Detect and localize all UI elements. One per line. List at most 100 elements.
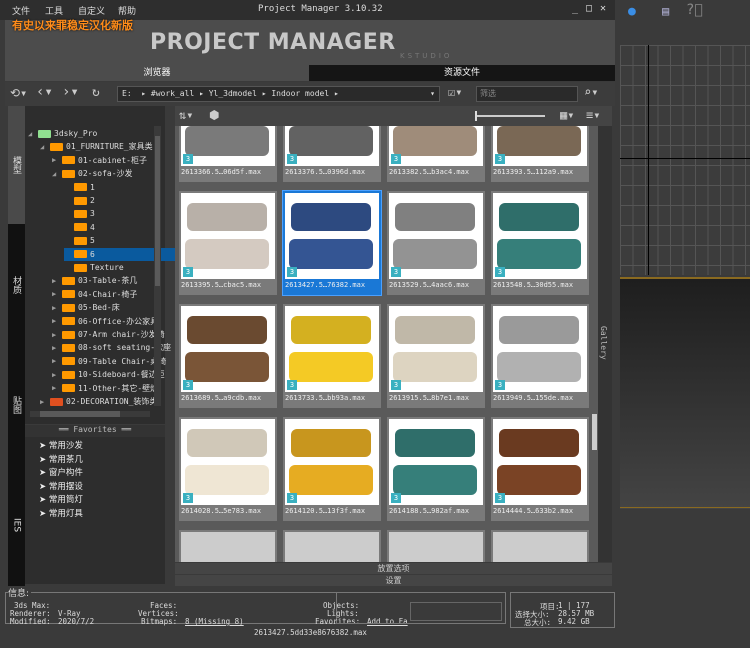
tree-node[interactable]: 3 [64, 207, 95, 220]
tree-node[interactable]: Texture [64, 261, 124, 274]
max-toolbar-icon[interactable]: ● [628, 4, 636, 19]
tree-node[interactable]: 4 [64, 221, 95, 234]
collapsed-arrow-icon[interactable]: ▶ [52, 331, 59, 339]
thumbnail-item[interactable]: 3 2613427.5…76382.max [282, 190, 382, 296]
tab-resources[interactable]: 资源文件 [309, 65, 615, 81]
favorite-item[interactable]: ➤ 常用茶几 [39, 453, 83, 465]
vtab-maps[interactable]: 贴图 [8, 380, 25, 430]
tree-node[interactable]: ◢ 3dsky_Pro [28, 127, 97, 140]
thumbnail-item[interactable] [491, 530, 589, 562]
collapsed-arrow-icon[interactable]: ▶ [52, 357, 59, 365]
settings-bar[interactable]: 设置 [175, 575, 612, 586]
tree-node[interactable]: ▶ 02-DECORATION_装饰类 [40, 395, 157, 408]
thumbnail-item[interactable] [179, 530, 277, 562]
expanded-arrow-icon[interactable]: ◢ [40, 143, 47, 151]
tree-node[interactable]: ▶ 06-Office-办公家具 [52, 315, 158, 328]
tree-node[interactable]: ▶ 03-Table-茶几 [52, 274, 137, 287]
collapsed-arrow-icon[interactable]: ▶ [52, 156, 59, 164]
tree-scrollbar[interactable] [154, 126, 161, 406]
expanded-arrow-icon[interactable]: ◢ [52, 170, 59, 178]
collapsed-arrow-icon[interactable]: ▶ [52, 304, 59, 312]
tree-node[interactable]: ▶ 05-Bed-床 [52, 301, 120, 314]
menu-tools[interactable]: 工具 [45, 4, 63, 17]
filter-toggle-icon[interactable]: ☑▾ [448, 85, 462, 99]
search-icon[interactable]: ⌕▾ [584, 85, 598, 99]
bitmaps-value[interactable]: 8 (Missing 8) [185, 617, 244, 626]
favorite-item[interactable]: ➤ 常用沙发 [39, 439, 83, 451]
thumbnail-item[interactable]: 3 2614120.5…13f3f.max [283, 417, 381, 521]
favorites-header[interactable]: ══ Favorites ══ [25, 425, 165, 437]
menu-custom[interactable]: 自定义 [78, 4, 105, 17]
favorite-item[interactable]: ➤ 常用摆设 [39, 480, 83, 492]
tree-node[interactable]: ▶ 07-Arm chair-沙发椅 [52, 328, 165, 341]
collapsed-arrow-icon[interactable]: ▶ [52, 344, 59, 352]
history-icon[interactable]: ⟲▾ [10, 86, 27, 100]
tree-node[interactable]: ◢ 01_FURNITURE_家具类 [40, 140, 153, 153]
thumbnail-item[interactable]: 3 2613689.5…a9cdb.max [179, 304, 277, 408]
close-button[interactable]: ✕ [600, 3, 606, 14]
tab-browser[interactable]: 浏览器 [5, 65, 309, 81]
filter-input[interactable]: 筛选 [476, 86, 578, 102]
thumbnail-item[interactable] [387, 530, 485, 562]
crumb[interactable]: Indoor model [271, 89, 329, 98]
package-icon[interactable]: ⬢ [209, 108, 219, 122]
vtab-models[interactable]: 模型 [8, 140, 25, 190]
tree-node[interactable]: ▶ 10-Sideboard-餐边柜 [52, 368, 165, 381]
refresh-button[interactable]: ↻ [92, 85, 100, 100]
thumbnail-item[interactable]: 3 2613949.5…155de.max [491, 304, 589, 408]
thumbnail-item[interactable]: 3 2613529.5…4aac6.max [387, 191, 485, 295]
favorite-item[interactable]: ➤ 常用筒灯 [39, 493, 83, 505]
collapsed-arrow-icon[interactable]: ▶ [52, 371, 59, 379]
sync-icon[interactable]: ⇅▾ [179, 108, 193, 122]
minimize-button[interactable]: _ [572, 3, 578, 14]
grid-scrollbar[interactable] [592, 414, 597, 450]
placement-options-bar[interactable]: 放置选项 [175, 563, 612, 574]
thumbnail-item[interactable] [283, 530, 381, 562]
tree-node[interactable]: 1 [64, 181, 95, 194]
thumbnail-item[interactable]: 3 2613733.5…bb93a.max [283, 304, 381, 408]
back-button[interactable]: ‹▾ [36, 84, 53, 100]
forward-button[interactable]: ›▾ [62, 84, 79, 100]
tree-hscrollbar[interactable] [30, 411, 150, 417]
sort-icon[interactable]: ≡▾ [586, 108, 600, 122]
thumbnail-item[interactable]: 3 2613548.5…30d55.max [491, 191, 589, 295]
thumbnail-item[interactable]: 3 2613395.5…cbac5.max [179, 191, 277, 295]
collapsed-arrow-icon[interactable]: ▶ [52, 277, 59, 285]
help-icon[interactable]: ?⃝ [686, 2, 703, 18]
menu-file[interactable]: 文件 [12, 4, 30, 17]
collapsed-arrow-icon[interactable]: ▶ [52, 384, 59, 392]
menu-help[interactable]: 帮助 [118, 4, 136, 17]
thumbnail-item[interactable]: 3 2614028.5…5e783.max [179, 417, 277, 521]
tree-node[interactable]: 5 [64, 234, 95, 247]
max-viewport[interactable] [620, 45, 750, 275]
collapsed-arrow-icon[interactable]: ▶ [52, 317, 59, 325]
collapsed-arrow-icon[interactable]: ▶ [52, 290, 59, 298]
tree-node[interactable]: ▶ 01-cabinet-柜子 [52, 154, 147, 167]
crumb[interactable]: #work_all [151, 89, 194, 98]
vtab-ies[interactable]: IES [8, 500, 25, 550]
thumbnail-item[interactable]: 3 2613366.5…06d5f.max [179, 126, 277, 182]
thumbnail-item[interactable]: 3 2614188.5…982af.max [387, 417, 485, 521]
favorite-item[interactable]: ➤ 窗户构件 [39, 466, 83, 478]
expanded-arrow-icon[interactable]: ◢ [28, 130, 35, 138]
crumb[interactable]: Yl_3dmodel [209, 89, 257, 98]
maximize-button[interactable]: □ [586, 3, 592, 14]
path-breadcrumb[interactable]: E: ▸ #work_all ▸ Yl_3dmodel ▸ Indoor mod… [117, 86, 440, 102]
thumbnail-item[interactable]: 3 2613382.5…b3ac4.max [387, 126, 485, 182]
tree-node[interactable]: ▶ 04-Chair-椅子 [52, 288, 137, 301]
thumbnail-item[interactable]: 3 2613915.5…8b7e1.max [387, 304, 485, 408]
max-layer-icon[interactable]: ▤ [662, 4, 669, 18]
grid-view-icon[interactable]: ▦▾ [560, 108, 574, 122]
vtab-materials[interactable]: 材质 [8, 260, 25, 310]
gallery-panel-toggle[interactable]: Gallery [598, 126, 612, 562]
thumbnail-size-slider[interactable] [475, 111, 545, 121]
tree-node[interactable]: ▶ 11-Other-其它-壁炉 [52, 382, 158, 395]
collapsed-arrow-icon[interactable]: ▶ [40, 398, 47, 406]
tree-node[interactable]: ▶ 09-Table Chair-桌椅 [52, 355, 166, 368]
favorite-item[interactable]: ➤ 常用灯具 [39, 507, 83, 519]
path-dropdown-icon[interactable]: ▾ [430, 87, 435, 101]
thumbnail-item[interactable]: 3 2613376.5…0396d.max [283, 126, 381, 182]
thumbnail-item[interactable]: 3 2613393.5…112a9.max [491, 126, 589, 182]
tree-node[interactable]: 2 [64, 194, 95, 207]
tree-node[interactable]: ◢ 02-sofa-沙发 [52, 167, 133, 180]
